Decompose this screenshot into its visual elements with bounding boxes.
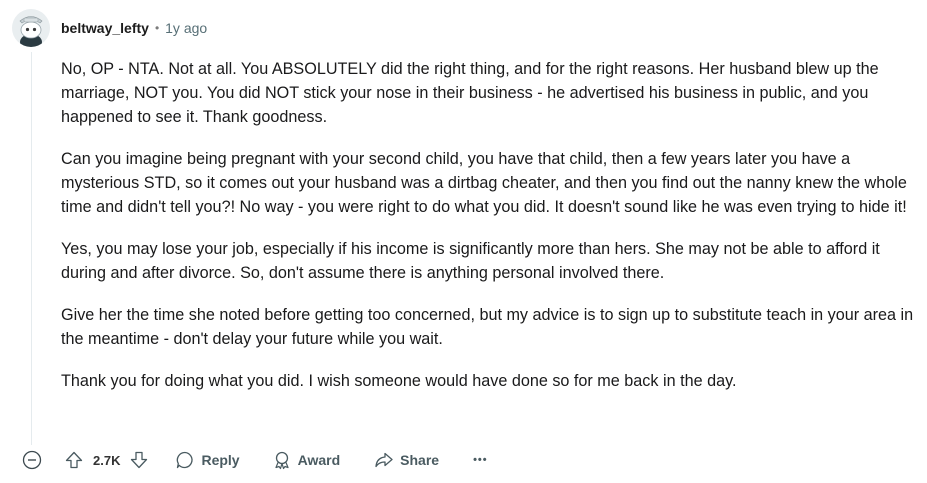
reply-button[interactable]: Reply xyxy=(175,450,240,470)
comment-timestamp[interactable]: 1y ago xyxy=(165,20,207,36)
collapse-button[interactable] xyxy=(22,450,42,470)
minus-circle-icon xyxy=(22,450,42,470)
upvote-button[interactable] xyxy=(64,450,84,470)
more-options-button[interactable]: ••• xyxy=(473,454,488,466)
award-ribbon-icon xyxy=(274,451,289,470)
meta-separator: • xyxy=(154,21,160,35)
snoo-avatar-icon xyxy=(12,9,50,47)
comment-paragraph: Can you imagine being pregnant with your… xyxy=(61,150,907,216)
reply-label: Reply xyxy=(201,452,240,468)
more-dots-icon: ••• xyxy=(473,454,488,466)
vote-controls: 2.7K xyxy=(64,450,149,470)
comment-paragraph: No, OP - NTA. Not at all. You ABSOLUTELY… xyxy=(61,60,879,126)
avatar[interactable] xyxy=(12,9,50,47)
comment-header: beltway_lefty • 1y ago xyxy=(61,17,207,39)
username[interactable]: beltway_lefty xyxy=(61,20,149,36)
comment-paragraph: Give her the time she noted before getti… xyxy=(61,306,914,348)
downvote-button[interactable] xyxy=(129,450,149,470)
share-arrow-icon xyxy=(375,452,393,468)
award-button[interactable]: Award xyxy=(272,450,341,470)
comment-action-bar: 2.7K Reply Award Share ••• xyxy=(22,446,488,474)
arrow-up-icon xyxy=(65,451,83,469)
speech-bubble-icon xyxy=(177,451,194,469)
vote-score: 2.7K xyxy=(93,452,121,468)
award-label: Award xyxy=(297,452,341,468)
arrow-down-icon xyxy=(131,451,148,469)
thread-line[interactable] xyxy=(31,52,32,445)
comment-paragraph: Yes, you may lose your job, especially i… xyxy=(61,240,880,282)
share-label: Share xyxy=(400,452,440,468)
share-button[interactable]: Share xyxy=(374,450,439,470)
comment-body: No, OP - NTA. Not at all. You ABSOLUTELY… xyxy=(61,57,921,411)
comment-paragraph: Thank you for doing what you did. I wish… xyxy=(61,372,737,390)
